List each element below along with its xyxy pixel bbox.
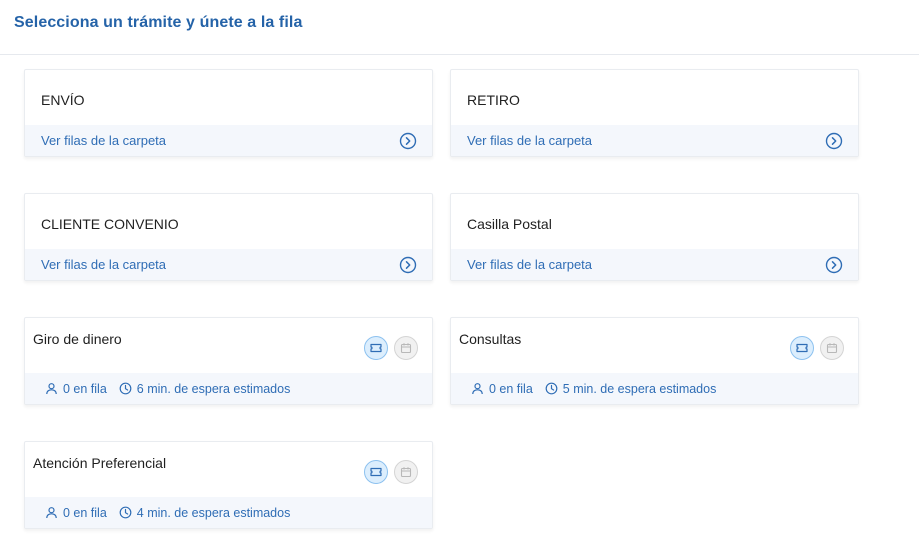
page-title: Selecciona un trámite y únete a la fila — [14, 14, 303, 31]
join-queue-button[interactable] — [364, 336, 388, 360]
people-count: 0 en fila — [489, 381, 533, 396]
folder-footer: Ver filas de la carpeta — [451, 249, 858, 280]
folder-name: RETIRO — [467, 92, 520, 108]
queue-actions — [790, 336, 844, 360]
join-queue-button[interactable] — [790, 336, 814, 360]
view-folder-queues-link[interactable]: Ver filas de la carpeta — [451, 133, 825, 148]
user-icon — [46, 507, 57, 519]
queue-name: Giro de dinero — [33, 331, 122, 347]
calendar-icon — [400, 343, 412, 354]
people-count: 0 en fila — [63, 505, 107, 520]
ticket-icon — [370, 343, 382, 353]
view-folder-queues-link[interactable]: Ver filas de la carpeta — [25, 257, 399, 272]
ticket-icon — [796, 343, 808, 353]
schedule-appointment-button[interactable] — [820, 336, 844, 360]
view-folder-queues-link[interactable]: Ver filas de la carpeta — [25, 133, 399, 148]
clock-icon — [545, 382, 558, 395]
user-icon — [472, 383, 483, 395]
chevron-right-circle-icon[interactable] — [825, 256, 843, 274]
join-queue-button[interactable] — [364, 460, 388, 484]
queue-name: Consultas — [459, 331, 522, 347]
folder-footer: Ver filas de la carpeta — [25, 125, 432, 156]
folder-footer: Ver filas de la carpeta — [25, 249, 432, 280]
chevron-right-circle-icon[interactable] — [825, 132, 843, 150]
estimated-wait: 4 min. de espera estimados — [119, 505, 291, 520]
queue-card-consultas[interactable]: Consultas 0 en fila 5 min. de espera est… — [450, 317, 859, 405]
chevron-right-circle-icon[interactable] — [399, 132, 417, 150]
folder-name: Casilla Postal — [467, 216, 552, 232]
people-in-queue: 0 en fila — [45, 506, 107, 520]
page-header: Selecciona un trámite y únete a la fila — [0, 0, 919, 55]
estimated-wait: 5 min. de espera estimados — [545, 381, 717, 396]
folder-card-casilla-postal[interactable]: Casilla Postal Ver filas de la carpeta — [450, 193, 859, 281]
estimated-wait: 6 min. de espera estimados — [119, 381, 291, 396]
queue-actions — [364, 460, 418, 484]
wait-time: 5 min. de espera estimados — [562, 381, 717, 396]
queue-card-giro-de-dinero[interactable]: Giro de dinero 0 en fila 6 min. de esper… — [24, 317, 433, 405]
people-in-queue: 0 en fila — [471, 382, 533, 396]
calendar-icon — [826, 343, 838, 354]
queue-stats: 0 en fila 5 min. de espera estimados — [451, 382, 716, 396]
calendar-icon — [400, 467, 412, 478]
chevron-right-circle-icon[interactable] — [399, 256, 417, 274]
ticket-icon — [370, 467, 382, 477]
schedule-appointment-button[interactable] — [394, 336, 418, 360]
people-count: 0 en fila — [63, 381, 107, 396]
queue-footer: 0 en fila 4 min. de espera estimados — [25, 497, 432, 528]
folder-card-cliente-convenio[interactable]: CLIENTE CONVENIO Ver filas de la carpeta — [24, 193, 433, 281]
clock-icon — [119, 506, 132, 519]
schedule-appointment-button[interactable] — [394, 460, 418, 484]
queue-stats: 0 en fila 6 min. de espera estimados — [25, 382, 290, 396]
queue-actions — [364, 336, 418, 360]
queue-card-atencion-preferencial[interactable]: Atención Preferencial 0 en fila 4 min. d… — [24, 441, 433, 529]
clock-icon — [119, 382, 132, 395]
queue-name: Atención Preferencial — [33, 455, 167, 471]
folder-card-envio[interactable]: ENVÍO Ver filas de la carpeta — [24, 69, 433, 157]
folder-card-retiro[interactable]: RETIRO Ver filas de la carpeta — [450, 69, 859, 157]
queue-footer: 0 en fila 5 min. de espera estimados — [451, 373, 858, 404]
people-in-queue: 0 en fila — [45, 382, 107, 396]
wait-time: 6 min. de espera estimados — [136, 381, 291, 396]
wait-time: 4 min. de espera estimados — [136, 505, 291, 520]
folder-footer: Ver filas de la carpeta — [451, 125, 858, 156]
view-folder-queues-link[interactable]: Ver filas de la carpeta — [451, 257, 825, 272]
folder-name: CLIENTE CONVENIO — [41, 216, 179, 232]
queue-stats: 0 en fila 4 min. de espera estimados — [25, 506, 290, 520]
folder-name: ENVÍO — [41, 92, 85, 108]
queue-footer: 0 en fila 6 min. de espera estimados — [25, 373, 432, 404]
user-icon — [46, 383, 57, 395]
